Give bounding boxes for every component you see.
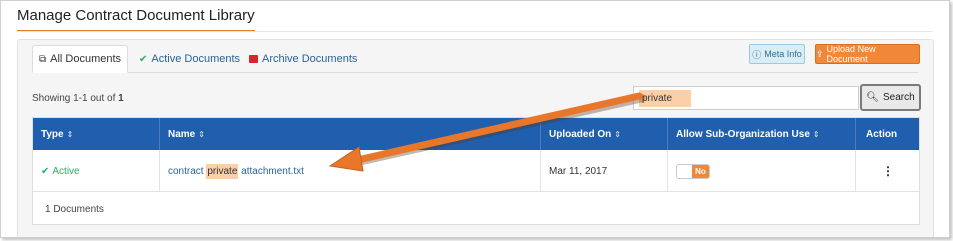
tab-archive-documents[interactable]: Archive Documents: [249, 45, 357, 73]
row-name[interactable]: contract private attachment.txt: [160, 150, 541, 192]
sub-org-toggle[interactable]: No: [676, 163, 710, 179]
header-action: Action: [856, 118, 920, 150]
archive-icon: [249, 55, 258, 63]
toggle-state: No: [692, 164, 709, 178]
upload-document-button[interactable]: ⇪ Upload New Document: [815, 44, 920, 64]
sort-icon: ⇕: [812, 129, 820, 139]
header-allow-sub-org[interactable]: Allow Sub-Organization Use ⇕: [668, 118, 856, 150]
table-footer: 1 Documents: [45, 204, 104, 215]
header-name[interactable]: Name ⇕: [160, 118, 541, 150]
meta-info-label: Meta Info: [764, 49, 802, 59]
sort-icon: ⇕: [66, 129, 74, 139]
header-label: Action: [866, 128, 898, 140]
row-allow-sub-org: No: [668, 150, 856, 192]
upload-icon: ⇪: [816, 48, 824, 59]
page-title: Manage Contract Document Library: [17, 7, 255, 32]
app-window: Manage Contract Document Library ⧉ All D…: [0, 0, 950, 238]
copy-icon: ⧉: [38, 53, 47, 65]
upload-label: Upload New Document: [826, 44, 876, 64]
search-icon: 🔍︎: [866, 92, 879, 103]
title-divider: [17, 31, 933, 32]
sort-icon: ⇕: [198, 129, 205, 139]
meta-info-button[interactable]: ⓘ Meta Info: [749, 44, 805, 64]
tab-label: Active Documents: [151, 53, 241, 65]
check-icon: ✔: [139, 53, 148, 65]
header-label: Name: [168, 128, 196, 140]
tab-active-documents[interactable]: ✔ Active Documents: [139, 45, 240, 73]
tab-label: Archive Documents: [262, 53, 358, 65]
row-type-label: Active: [52, 165, 80, 177]
tab-label: All Documents: [50, 53, 122, 65]
summary-total: 1: [118, 93, 124, 104]
header-label: Allow Sub-Organization Use: [676, 128, 810, 140]
tab-divider: [32, 72, 918, 73]
summary-prefix: Showing 1-1 out of: [32, 93, 119, 104]
tab-all-documents[interactable]: ⧉ All Documents: [32, 45, 128, 73]
file-name-match: private: [206, 163, 239, 179]
row-type: ✔ Active: [33, 150, 160, 192]
table-header: Type ⇕ Name ⇕ Uploaded On ⇕ Allow Sub-Organ…: [33, 118, 919, 150]
table-row: ✔ Active contract private attachment.txt…: [33, 150, 919, 192]
check-icon: ✔: [41, 165, 50, 177]
search-input[interactable]: private: [633, 86, 859, 110]
info-icon: ⓘ: [752, 49, 762, 60]
header-label: Type: [41, 128, 64, 140]
sort-icon: ⇕: [614, 129, 621, 139]
file-name-after: attachment.txt: [238, 165, 304, 177]
row-uploaded-on: Mar 11, 2017: [541, 150, 668, 192]
search-button[interactable]: 🔍︎ Search: [860, 84, 921, 111]
header-label: Uploaded On: [549, 128, 612, 140]
documents-table: Type ⇕ Name ⇕ Uploaded On ⇕ Allow Sub-Organ…: [32, 117, 920, 225]
more-options-icon[interactable]: ⋮: [882, 164, 894, 178]
result-summary: Showing 1-1 out of 1: [32, 93, 124, 104]
header-uploaded-on[interactable]: Uploaded On ⇕: [541, 118, 668, 150]
search-label: Search: [883, 92, 915, 103]
search-value: private: [642, 93, 673, 104]
row-action: ⋮: [856, 150, 920, 192]
header-type[interactable]: Type ⇕: [33, 118, 160, 150]
file-name-before: contract: [168, 165, 207, 177]
